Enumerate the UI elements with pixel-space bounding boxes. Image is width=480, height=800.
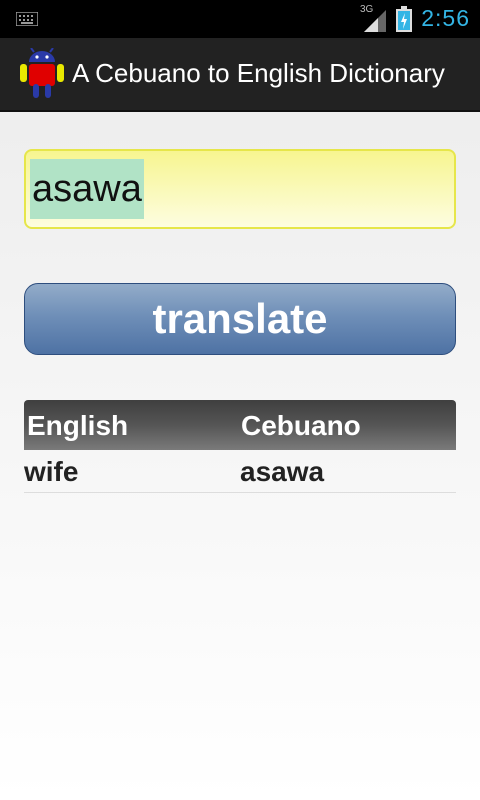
- results-table-header: English Cebuano: [24, 400, 456, 450]
- table-row[interactable]: wife asawa: [24, 450, 456, 493]
- status-bar: 3G 2:56: [0, 0, 480, 38]
- action-bar: A Cebuano to English Dictionary: [0, 38, 480, 112]
- translate-button[interactable]: translate: [24, 283, 456, 355]
- status-clock: 2:56: [421, 5, 470, 31]
- column-header-cebuano: Cebuano: [241, 410, 361, 441]
- cell-cebuano: asawa: [240, 456, 325, 487]
- battery-icon: [396, 6, 412, 32]
- signal-strength-icon: [364, 10, 386, 32]
- keyboard-icon: [16, 12, 38, 26]
- column-header-english: English: [27, 410, 129, 441]
- android-app-icon: [20, 48, 64, 98]
- cell-english: wife: [24, 456, 79, 487]
- app-title: A Cebuano to English Dictionary: [72, 58, 445, 88]
- word-input-value[interactable]: asawa: [30, 159, 144, 219]
- results-table: English Cebuano wife asawa: [24, 400, 456, 493]
- word-input-field[interactable]: asawa: [24, 149, 456, 229]
